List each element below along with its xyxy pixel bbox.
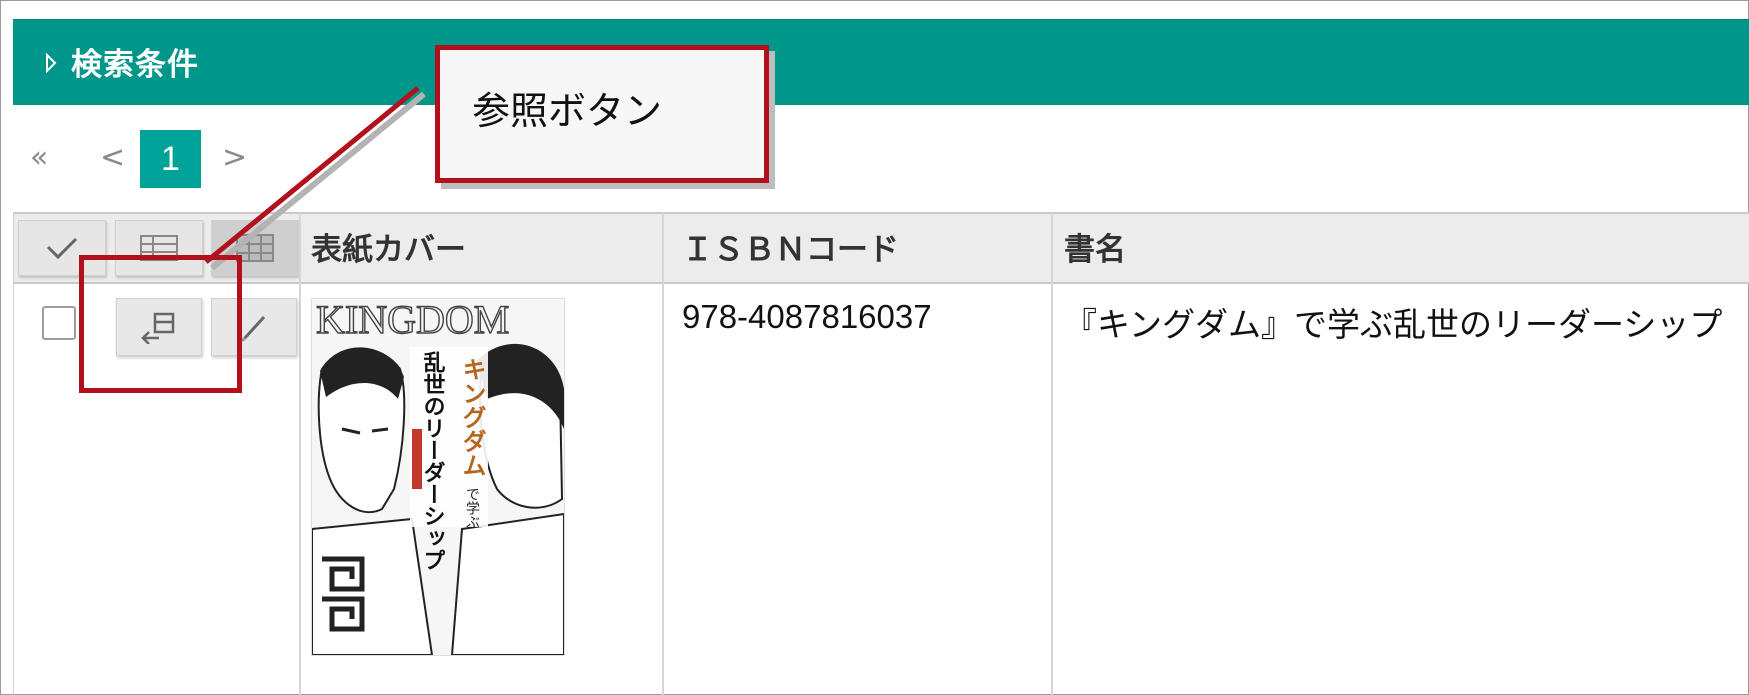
column-header-title[interactable]: 書名	[1064, 224, 1126, 269]
reference-button-highlight	[79, 255, 242, 393]
page-1-button[interactable]: 1	[140, 130, 201, 188]
book-table: 表紙カバー ＩＳＢＮコード 書名 KINGDOM キングダム で学ぶ 乱世のリー…	[13, 212, 1749, 695]
cover-title-accent: キングダム	[458, 357, 486, 477]
book-title-cell: 『キングダム』で学ぶ乱世のリーダーシップ	[1064, 306, 1723, 343]
pagination: « < 1 >	[0, 130, 300, 192]
first-page-button[interactable]: «	[30, 140, 48, 175]
cover-series-text: KINGDOM	[316, 299, 509, 342]
prev-page-button[interactable]: <	[100, 140, 125, 175]
expand-triangle-icon	[46, 52, 57, 74]
next-page-button[interactable]: >	[222, 140, 247, 175]
cover-title-vertical: 乱世のリーダーシップ	[420, 351, 446, 571]
table-row: KINGDOM キングダム で学ぶ 乱世のリーダーシップ 978-4087816…	[14, 284, 1749, 695]
table-header: 表紙カバー ＩＳＢＮコード 書名	[14, 212, 1749, 284]
row-checkbox[interactable]	[42, 306, 76, 340]
book-cover-image: KINGDOM キングダム で学ぶ 乱世のリーダーシップ	[311, 298, 565, 656]
callout-label: 参照ボタン	[472, 91, 663, 133]
search-conditions-title: 検索条件	[71, 47, 199, 83]
search-conditions-toggle[interactable]: 検索条件	[13, 19, 1749, 105]
column-header-isbn[interactable]: ＩＳＢＮコード	[682, 224, 899, 269]
checkmark-icon	[46, 237, 78, 260]
isbn-cell: 978-4087816037	[682, 298, 932, 335]
cover-subtitle: で学ぶ	[464, 487, 480, 529]
callout-box: 参照ボタン	[435, 45, 769, 183]
column-header-cover[interactable]: 表紙カバー	[311, 224, 466, 269]
